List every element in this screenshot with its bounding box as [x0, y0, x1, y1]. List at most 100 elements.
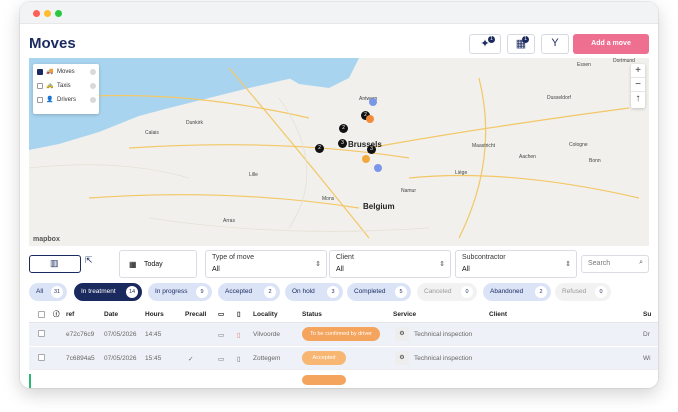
chip-accepted[interactable]: Accepted 2	[218, 283, 280, 301]
chip-label: Abandoned	[490, 288, 524, 295]
city-label: Brussels	[348, 140, 382, 149]
drivers-checkbox[interactable]	[37, 97, 43, 103]
map-cluster-pin[interactable]: 2	[315, 144, 324, 153]
taxis-checkbox[interactable]	[37, 83, 43, 89]
magic-badge: 1	[488, 36, 495, 43]
column-header[interactable]: Service	[393, 307, 416, 323]
table-row[interactable]: e72c76c9 07/05/2026 14:45 ▭ ▯ Vilvoorde …	[29, 323, 658, 346]
info-icon: ⓘ	[53, 311, 60, 318]
clipboard-icon[interactable]: ▯	[237, 331, 241, 339]
cell-precall: ✓	[188, 356, 194, 363]
subcontractor-select[interactable]: Subcontractor All ⇕	[455, 250, 577, 278]
column-header[interactable]: Client	[489, 307, 507, 323]
legend-label: Drivers	[57, 97, 76, 103]
map-marker-orange[interactable]	[366, 115, 374, 123]
magic-wand-button[interactable]: ✦ 1	[469, 34, 501, 54]
chip-label: Completed	[354, 288, 386, 295]
chip-label: Accepted	[225, 288, 253, 295]
city-label: Essen	[577, 62, 591, 68]
column-header[interactable]: Su	[643, 307, 651, 323]
clipboard-icon[interactable]: ▯	[237, 355, 241, 363]
chip-all[interactable]: All 31	[29, 283, 67, 301]
legend-moves[interactable]: 🚚 Moves	[37, 67, 97, 79]
date-filter[interactable]: ▦ Today	[119, 250, 197, 278]
calendar-button[interactable]: ▦ 1	[507, 34, 535, 54]
window-titlebar	[20, 2, 658, 24]
eye-icon[interactable]	[90, 69, 96, 75]
cell-date: 07/05/2026	[104, 331, 137, 338]
eye-icon[interactable]	[90, 97, 96, 103]
eye-icon[interactable]	[90, 83, 96, 89]
column-header[interactable]: Status	[302, 307, 322, 323]
legend-drivers[interactable]: 👤 Drivers	[37, 95, 97, 107]
moves-checkbox[interactable]	[37, 69, 43, 75]
map-cluster-pin[interactable]: 3	[367, 145, 376, 154]
cell-locality: Vilvoorde	[253, 331, 280, 338]
compass-button[interactable]: ↑	[631, 92, 645, 106]
search-icon: ⌕	[639, 259, 643, 266]
chip-in-progress[interactable]: In progress 9	[148, 283, 212, 301]
minimize-window-button[interactable]	[44, 10, 51, 17]
cell-hours: 15:45	[145, 355, 162, 362]
chip-label: In progress	[155, 288, 188, 295]
chip-completed[interactable]: Completed 5	[347, 283, 411, 301]
zoom-in-button[interactable]: +	[631, 64, 645, 78]
chip-count: 9	[196, 286, 208, 298]
city-label: Mons	[322, 196, 335, 202]
column-header[interactable]: Precall	[185, 307, 206, 323]
chip-on-hold[interactable]: On hold 3	[285, 283, 343, 301]
page-header: Moves ✦ 1 ▦ 1 Y Add a move	[20, 24, 658, 60]
type-of-move-select[interactable]: Type of move All ⇕	[205, 250, 327, 278]
table-row-partial[interactable]	[29, 371, 658, 388]
magic-wand-icon: ✦	[480, 38, 490, 50]
cell-service: Technical inspection	[414, 331, 473, 338]
table-row[interactable]: 7c6894a5 07/05/2026 15:45 ✓ ▭ ▯ Zottegem…	[29, 347, 658, 370]
filter-bar: ▥ ⇱ ▦ Today Type of move All ⇕ Client Al…	[29, 250, 649, 278]
select-value: All	[212, 266, 220, 273]
select-value: All	[336, 266, 344, 273]
column-header[interactable]: Locality	[253, 307, 278, 323]
chip-abandoned[interactable]: Abandoned 2	[483, 283, 551, 301]
client-select[interactable]: Client All ⇕	[329, 250, 451, 278]
zoom-out-button[interactable]: −	[631, 78, 645, 92]
column-header[interactable]: Date	[104, 307, 118, 323]
city-label: Maastricht	[472, 143, 496, 149]
map-cluster-pin[interactable]: 2	[339, 124, 348, 133]
column-header[interactable]: ref	[66, 307, 74, 323]
map-icon: ▥	[50, 258, 59, 268]
add-move-button[interactable]: Add a move	[573, 34, 649, 54]
row-checkbox[interactable]	[38, 354, 45, 361]
city-label: Belgium	[363, 202, 395, 211]
map-view[interactable]: Antwerp Dunkirk Calais Brussels Belgium …	[29, 58, 649, 246]
mapbox-logo: mapbox	[33, 236, 60, 243]
city-label: Liège	[455, 170, 468, 176]
map-view-toggle[interactable]: ▥	[29, 255, 81, 273]
page-title: Moves	[29, 35, 76, 52]
expand-icon[interactable]: ⇱	[85, 255, 93, 266]
chip-refused[interactable]: Refused 0	[555, 283, 611, 301]
column-header[interactable]: Hours	[145, 307, 164, 323]
chip-label: All	[36, 288, 44, 295]
chat-icon[interactable]: ▭	[218, 331, 224, 339]
chip-in-treatment[interactable]: In treatment 14	[74, 283, 142, 301]
status-chip-bar: All 31 In treatment 14 In progress 9 Acc…	[29, 283, 649, 301]
close-window-button[interactable]	[33, 10, 40, 17]
map-marker-blue[interactable]	[369, 98, 377, 106]
map-marker-orange[interactable]	[362, 155, 370, 163]
search-input[interactable]: Search ⌕	[581, 255, 649, 273]
select-all-checkbox[interactable]	[38, 311, 45, 318]
table-header: ⓘ ref Date Hours Precall ▭ ▯ Locality St…	[29, 307, 658, 323]
chip-canceled[interactable]: Canceled 0	[417, 283, 477, 301]
map-marker-blue[interactable]	[374, 164, 382, 172]
chat-icon[interactable]: ▭	[218, 355, 224, 363]
clipboard-icon: ▯	[237, 311, 241, 318]
route-split-button[interactable]: Y	[541, 34, 569, 54]
chip-count: 2	[264, 286, 276, 298]
maximize-window-button[interactable]	[55, 10, 62, 17]
legend-taxis[interactable]: 🚕 Taxis	[37, 81, 97, 93]
city-label: Cologne	[569, 142, 588, 148]
chip-label: Refused	[562, 288, 587, 295]
map-cluster-pin[interactable]: 3	[338, 139, 347, 148]
status-badge: Accepted	[302, 351, 346, 365]
row-checkbox[interactable]	[38, 330, 45, 337]
